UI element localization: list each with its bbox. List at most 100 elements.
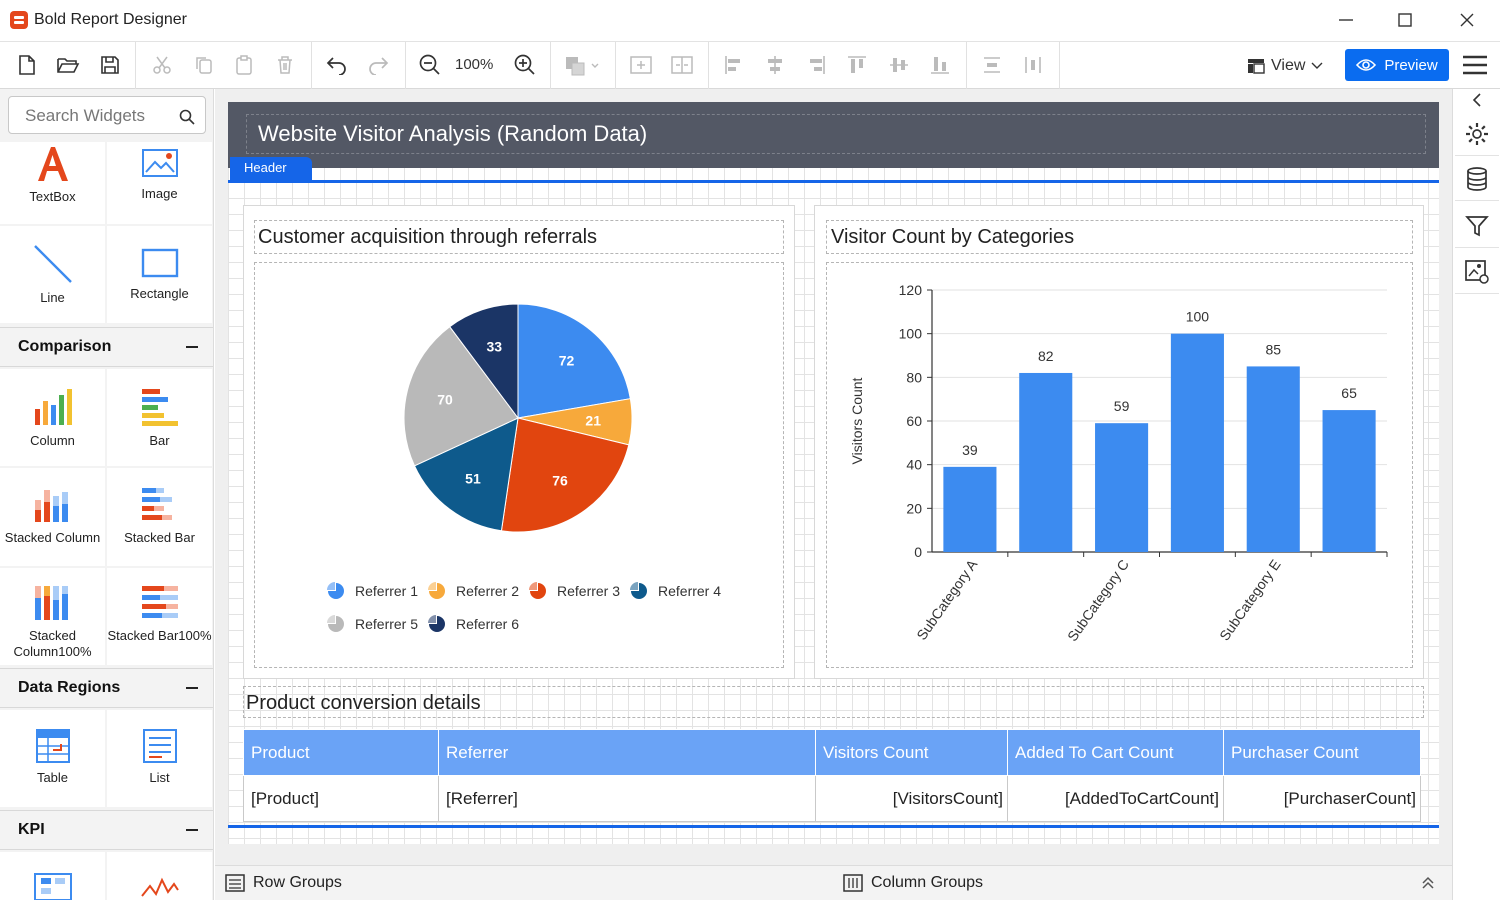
delete-button[interactable] <box>270 50 300 80</box>
report-title[interactable]: Website Visitor Analysis (Random Data) <box>258 121 647 147</box>
collapse-icon[interactable] <box>186 687 198 689</box>
bar[interactable] <box>1095 423 1149 552</box>
image-manager-button[interactable] <box>1455 250 1499 294</box>
maximize-button[interactable] <box>1390 8 1420 34</box>
collapse-icon[interactable] <box>186 829 198 831</box>
expand-groups-button[interactable] <box>1421 876 1435 895</box>
view-dropdown[interactable]: View <box>1247 54 1323 78</box>
header-cell-added-to-cart[interactable]: Added To Cart Count <box>1007 729 1224 776</box>
filter-icon <box>1465 215 1489 236</box>
legend-label: Referrer 1 <box>355 582 419 599</box>
collapse-panel-button[interactable] <box>1455 89 1499 111</box>
widget-kpi-2[interactable] <box>107 852 212 900</box>
section-kpi[interactable]: KPI <box>0 810 213 850</box>
paste-button[interactable] <box>229 50 259 80</box>
search-widgets-box[interactable] <box>8 96 206 134</box>
widget-label: Stacked Bar100% <box>107 628 212 643</box>
widget-line[interactable]: Line <box>0 226 105 323</box>
close-button[interactable] <box>1452 8 1482 34</box>
header-cell-purchaser-count[interactable]: Purchaser Count <box>1223 729 1421 776</box>
product-table[interactable]: Product Referrer Visitors Count Added To… <box>243 729 1421 822</box>
copy-button[interactable] <box>189 50 219 80</box>
header-cell-product[interactable]: Product <box>243 729 439 776</box>
widget-kpi-1[interactable] <box>0 852 105 900</box>
align-top-button[interactable] <box>842 50 872 80</box>
table-title[interactable]: Product conversion details <box>246 692 481 715</box>
minimize-button[interactable] <box>1331 8 1361 34</box>
merge-cells-button[interactable] <box>626 50 656 80</box>
properties-button[interactable] <box>1455 112 1499 156</box>
cut-button[interactable] <box>147 50 177 80</box>
app-logo-icon <box>10 11 28 29</box>
align-left-button[interactable] <box>719 50 749 80</box>
bar[interactable] <box>1170 333 1224 552</box>
zoom-out-button[interactable] <box>415 50 445 80</box>
bar[interactable] <box>1019 372 1073 552</box>
bar-chart-title[interactable]: Visitor Count by Categories <box>831 226 1074 249</box>
bar[interactable] <box>1322 410 1376 552</box>
zoom-level[interactable]: 100% <box>455 56 493 73</box>
align-right-button[interactable] <box>801 50 831 80</box>
widget-rectangle[interactable]: Rectangle <box>107 226 212 323</box>
legend-item[interactable]: Referrer 3 <box>529 581 630 600</box>
header-tag[interactable]: Header <box>230 157 312 181</box>
widget-table[interactable]: Table <box>0 710 105 807</box>
zoom-in-button[interactable] <box>510 50 540 80</box>
widget-image[interactable]: Image <box>107 142 212 224</box>
new-button[interactable] <box>12 50 42 80</box>
data-button[interactable] <box>1455 157 1499 201</box>
row-groups-label: Row Groups <box>253 874 342 891</box>
widget-textbox[interactable]: TextBox <box>0 142 105 224</box>
section-title: Comparison <box>18 338 112 355</box>
legend-item[interactable]: Referrer 5 <box>327 614 428 633</box>
body-bottom-divider <box>228 825 1439 828</box>
parameters-button[interactable] <box>1455 204 1499 248</box>
align-center-button[interactable] <box>760 50 790 80</box>
widget-list[interactable]: List <box>107 710 212 807</box>
bar[interactable] <box>1246 366 1300 552</box>
search-widgets-input[interactable] <box>25 106 175 126</box>
widget-column[interactable]: Column <box>0 369 105 466</box>
table-header-row: Product Referrer Visitors Count Added To… <box>243 729 1421 776</box>
header-cell-visitors-count[interactable]: Visitors Count <box>815 729 1008 776</box>
pie-chart-title[interactable]: Customer acquisition through referrals <box>258 226 597 249</box>
widget-bar[interactable]: Bar <box>107 369 212 466</box>
undo-button[interactable] <box>322 50 352 80</box>
widget-stacked-column100[interactable]: Stacked Column100% <box>0 568 105 665</box>
section-comparison[interactable]: Comparison <box>0 327 213 367</box>
cell-visitors-count[interactable]: [VisitorsCount] <box>815 775 1008 822</box>
split-cells-button[interactable] <box>667 50 697 80</box>
cell-added-to-cart[interactable]: [AddedToCartCount] <box>1007 775 1224 822</box>
preview-button[interactable]: Preview <box>1345 49 1449 81</box>
widget-stacked-bar100[interactable]: Stacked Bar100% <box>107 568 212 665</box>
cell-referrer[interactable]: [Referrer] <box>438 775 816 822</box>
distribute-vertical-button[interactable] <box>977 50 1007 80</box>
header-cell-referrer[interactable]: Referrer <box>438 729 816 776</box>
double-chevron-up-icon <box>1422 876 1434 889</box>
bar-chart[interactable]: 0 20 40 60 80 100 120 Visitors Count 39 SubCatego… <box>830 270 1408 662</box>
section-data-regions[interactable]: Data Regions <box>0 668 213 708</box>
legend-item[interactable]: Referrer 4 <box>630 581 731 600</box>
widget-stacked-bar[interactable]: Stacked Bar <box>107 468 212 566</box>
align-bottom-button[interactable] <box>925 50 955 80</box>
collapse-icon[interactable] <box>186 346 198 348</box>
bar[interactable] <box>943 466 997 552</box>
open-button[interactable] <box>53 50 83 80</box>
cell-product[interactable]: [Product] <box>243 775 439 822</box>
align-middle-button[interactable] <box>884 50 914 80</box>
menu-button[interactable] <box>1462 54 1488 76</box>
save-button[interactable] <box>95 50 125 80</box>
legend-item[interactable]: Referrer 2 <box>428 581 529 600</box>
pie-chart[interactable]: 72 21 76 51 70 33 <box>394 294 644 544</box>
widget-stacked-column[interactable]: Stacked Column <box>0 468 105 566</box>
widget-label: Bar <box>149 433 170 448</box>
y-tick-label: 100 <box>899 326 923 342</box>
column-groups-button[interactable]: Column Groups <box>843 874 983 892</box>
legend-item[interactable]: Referrer 6 <box>428 614 529 633</box>
cell-purchaser-count[interactable]: [PurchaserCount] <box>1223 775 1421 822</box>
row-groups-button[interactable]: Row Groups <box>225 874 342 892</box>
redo-button[interactable] <box>363 50 393 80</box>
arrange-dropdown[interactable] <box>562 50 604 80</box>
distribute-horizontal-button[interactable] <box>1018 50 1048 80</box>
legend-item[interactable]: Referrer 1 <box>327 581 428 600</box>
